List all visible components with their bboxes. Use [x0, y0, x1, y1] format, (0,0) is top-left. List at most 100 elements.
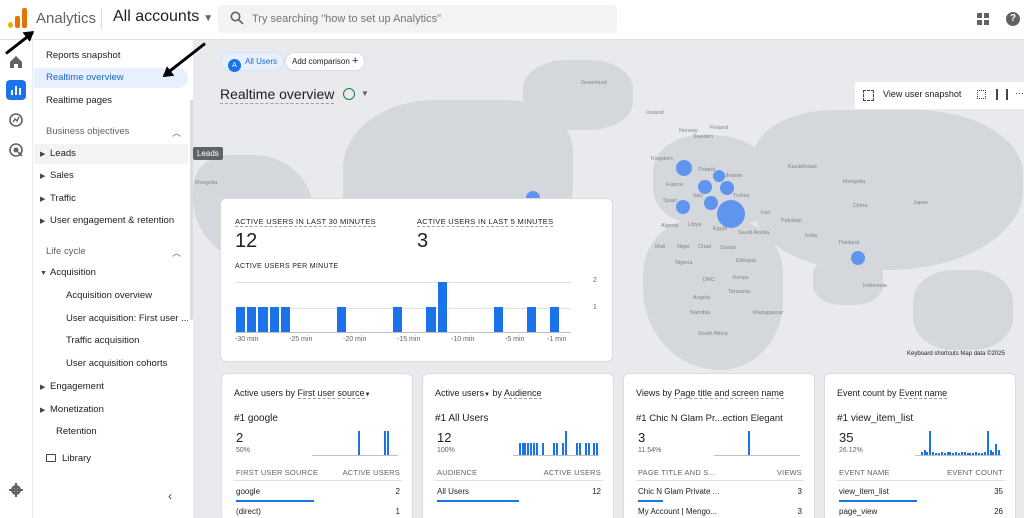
check-circle-icon[interactable] — [343, 88, 355, 100]
section-business-objectives[interactable]: Business objectives ︿ — [46, 126, 181, 138]
row-share-bar — [638, 500, 663, 502]
nav-label: Traffic — [50, 193, 76, 204]
divider — [636, 480, 804, 481]
account-selector[interactable]: All accounts ▼ — [113, 8, 213, 26]
minute-bar[interactable] — [437, 282, 447, 332]
sparkline-bar — [533, 443, 536, 455]
help-icon[interactable]: ? — [1006, 12, 1020, 26]
caret-down-icon[interactable]: ▼ — [361, 89, 369, 98]
divider — [234, 480, 402, 481]
sparkline-bar — [584, 443, 587, 455]
nav-realtime-pages[interactable]: Realtime pages — [34, 91, 188, 111]
sparkline-bar — [975, 452, 978, 455]
column-header: AUDIENCE — [437, 468, 478, 477]
apps-grid-icon[interactable] — [977, 13, 989, 25]
map-footer[interactable]: Keyboard shortcuts Map data ©2025 — [907, 351, 1005, 357]
settings-gear-icon[interactable] — [6, 480, 26, 500]
nav-reports-snapshot[interactable]: Reports snapshot — [34, 46, 188, 66]
minute-bar[interactable] — [549, 307, 559, 332]
nav-user-acquisition[interactable]: User acquisition: First user ... — [34, 309, 188, 329]
row-name[interactable]: (direct) — [236, 507, 261, 516]
chevron-up-icon: ︿ — [172, 248, 182, 258]
nav-leads[interactable]: ▶ Leads — [34, 144, 188, 164]
advertising-icon[interactable] — [6, 140, 26, 160]
sparkline-bar — [972, 453, 975, 455]
card-title[interactable]: Views by Page title and screen name — [636, 388, 784, 399]
row-value: 1 — [395, 507, 400, 516]
nav-traffic-acquisition[interactable]: Traffic acquisition — [34, 331, 188, 351]
kpi-label: ACTIVE USERS IN LAST 30 MINUTES — [235, 217, 376, 227]
card-title[interactable]: Event count by Event name — [837, 388, 948, 399]
map-label: Thailand — [838, 240, 860, 246]
column-header: EVENT NAME — [839, 468, 890, 477]
minute-bar[interactable] — [493, 307, 503, 332]
x-tick: -30 min — [235, 336, 259, 343]
sparkline-bar — [995, 444, 998, 455]
nav-engagement[interactable]: ▶ Engagement — [34, 377, 188, 397]
minute-bar[interactable] — [280, 307, 290, 332]
map-label: Iran — [761, 210, 771, 216]
nav-label: Engagement — [50, 381, 104, 392]
row-name[interactable]: view_item_list — [839, 487, 889, 496]
explore-icon[interactable] — [6, 110, 26, 130]
card-title[interactable]: Active users by First user source▼ — [234, 388, 371, 399]
x-tick: -20 min — [343, 336, 367, 343]
sparkline-baseline — [714, 455, 800, 456]
minute-bar[interactable] — [426, 307, 436, 332]
minute-bar[interactable] — [336, 307, 346, 332]
report-navigation: Reports snapshot Realtime overview Realt… — [34, 40, 192, 518]
map-user-bubble — [698, 180, 712, 194]
audience-letter-icon: A — [228, 59, 241, 72]
minute-bar[interactable] — [527, 307, 537, 332]
minute-bar[interactable] — [269, 307, 279, 332]
nav-monetization[interactable]: ▶ Monetization — [34, 400, 188, 420]
nav-user-engagement[interactable]: ▶ User engagement & retention — [34, 211, 188, 231]
nav-library[interactable]: Library — [34, 449, 188, 469]
section-life-cycle[interactable]: Life cycle ︿ — [46, 246, 181, 258]
card-title[interactable]: Active users▼ by Audience — [435, 388, 542, 399]
row-name[interactable]: page_view — [839, 507, 877, 516]
search-input[interactable] — [252, 9, 607, 29]
nav-traffic[interactable]: ▶ Traffic — [34, 189, 188, 209]
sparkline-bar — [946, 452, 949, 455]
nav-acquisition-overview[interactable]: Acquisition overview — [34, 286, 188, 306]
search-bar[interactable] — [218, 5, 617, 33]
row-name[interactable]: Chic N Glam Private ... — [638, 487, 719, 496]
minute-bar[interactable] — [236, 307, 246, 332]
sparkline-bar — [521, 443, 524, 455]
row-name[interactable]: google — [236, 487, 260, 496]
sparkline-bar — [383, 431, 386, 455]
nav-user-acquisition-cohorts[interactable]: User acquisition cohorts — [34, 354, 188, 374]
map-label: Turkey — [733, 193, 750, 199]
nav-sales[interactable]: ▶ Sales — [34, 166, 188, 186]
map-user-bubble — [676, 160, 692, 176]
map-label: Kenya — [733, 275, 749, 281]
home-icon[interactable] — [6, 52, 26, 72]
expand-arrow-icon: ▶ — [40, 407, 46, 414]
snapshot-icon — [863, 90, 874, 101]
map-label: France — [666, 182, 684, 188]
minute-bar[interactable] — [392, 307, 402, 332]
fullscreen-icon[interactable] — [977, 90, 986, 99]
view-user-snapshot-button[interactable]: View user snapshot — [883, 89, 961, 99]
analytics-logo-icon[interactable] — [8, 8, 28, 28]
section-label: Business objectives — [46, 126, 130, 137]
sparkline-bar — [986, 431, 989, 455]
sparkline-bar — [926, 452, 929, 455]
minute-bar[interactable] — [258, 307, 268, 332]
more-icon[interactable]: ⋯ — [1015, 88, 1024, 99]
add-comparison-chip[interactable]: Add comparison + — [285, 52, 366, 71]
collapse-sidebar-icon[interactable]: ‹ — [168, 489, 172, 503]
all-users-chip[interactable]: A All Users — [221, 52, 285, 72]
compare-columns-icon[interactable] — [996, 89, 1008, 100]
row-name[interactable]: My Account | Mengo... — [638, 507, 717, 516]
minute-bar[interactable] — [247, 307, 257, 332]
column-header: EVENT COUNT — [947, 468, 1003, 477]
sparkline-bar — [966, 453, 969, 455]
nav-retention[interactable]: Retention — [34, 422, 188, 442]
map-label: Sudan — [720, 245, 736, 251]
nav-acquisition[interactable]: ▼ Acquisition — [34, 263, 188, 283]
reports-icon[interactable] — [6, 80, 26, 100]
row-name[interactable]: All Users — [437, 487, 469, 496]
column-header: FIRST USER SOURCE — [236, 468, 319, 477]
